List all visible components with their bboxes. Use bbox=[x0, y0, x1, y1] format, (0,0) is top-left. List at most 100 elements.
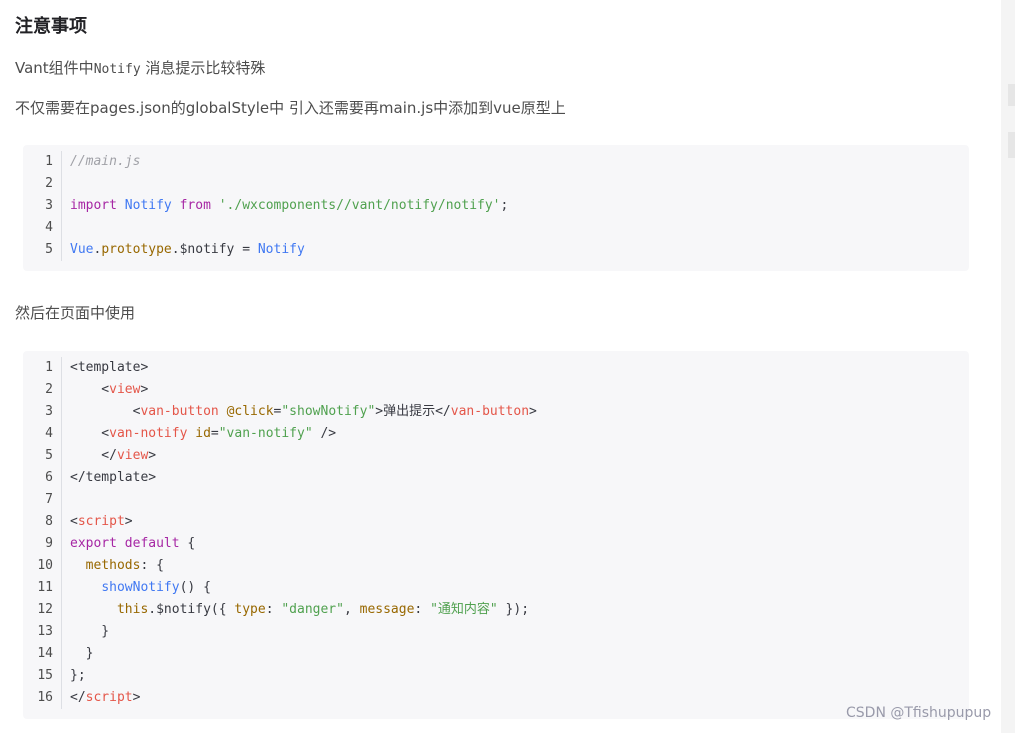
code-token: van-notify bbox=[109, 426, 188, 441]
code-line: 9 export default { bbox=[23, 533, 969, 555]
sidebar-tab[interactable] bbox=[1008, 132, 1015, 158]
code-line: 2 bbox=[23, 173, 969, 195]
line-number: 1 bbox=[23, 357, 62, 379]
code-token: /> bbox=[312, 426, 337, 441]
code-line: 4 <van-notify id="van-notify" /> bbox=[23, 423, 969, 445]
line-number: 2 bbox=[23, 379, 62, 401]
code-token: default bbox=[124, 536, 180, 551]
code-line: 4 bbox=[23, 217, 969, 239]
code-token: @click bbox=[226, 404, 274, 419]
code-text: </template> bbox=[62, 467, 156, 489]
code-line: 5 Vue.prototype.$notify = Notify bbox=[23, 239, 969, 261]
line-number: 8 bbox=[23, 511, 62, 533]
code-line: 1 <template> bbox=[23, 357, 969, 379]
code-token: type bbox=[234, 602, 266, 617]
code-token: "通知内容" bbox=[430, 602, 498, 617]
code-line: 1 //main.js bbox=[23, 151, 969, 173]
code-token: .$notify = bbox=[171, 242, 258, 257]
code-token: <template> bbox=[70, 360, 149, 375]
code-token: van-button bbox=[450, 404, 530, 419]
code-token: : { bbox=[140, 558, 164, 573]
section-heading: 注意事项 bbox=[15, 16, 87, 37]
code-block-main-js[interactable]: 1//main.js 2 3 import Notify from './wxcomp… bbox=[23, 145, 969, 271]
code-text: import Notify from './wxcomponents//vant… bbox=[62, 195, 508, 217]
code-token: van-button bbox=[140, 404, 219, 419]
code-token: message bbox=[359, 602, 415, 617]
code-text: } bbox=[62, 621, 109, 643]
sidebar-tab[interactable] bbox=[1008, 84, 1015, 106]
code-text: <script> bbox=[62, 511, 133, 533]
code-token: > bbox=[148, 448, 157, 463]
line-number: 10 bbox=[23, 555, 62, 577]
code-block-vue-template[interactable]: 1 <template> 2 <view> 3 <van-button @click=… bbox=[23, 351, 969, 719]
code-token: : bbox=[265, 602, 282, 617]
line-number: 4 bbox=[23, 217, 62, 239]
paragraph-text: Vant组件中 bbox=[15, 59, 94, 77]
code-token: { bbox=[179, 536, 196, 551]
line-number: 7 bbox=[23, 489, 62, 511]
code-token: prototype bbox=[101, 242, 172, 257]
code-token: script bbox=[77, 514, 125, 529]
code-line: 3 import Notify from './wxcomponents//van… bbox=[23, 195, 969, 217]
right-sidebar-edge bbox=[1001, 0, 1015, 733]
code-token: script bbox=[85, 690, 133, 705]
line-number: 16 bbox=[23, 687, 62, 709]
code-token: : bbox=[414, 602, 431, 617]
code-text: showNotify() { bbox=[62, 577, 211, 599]
code-line: 8 <script> bbox=[23, 511, 969, 533]
code-text: }; bbox=[62, 665, 86, 687]
code-text: } bbox=[62, 643, 94, 665]
code-text: </view> bbox=[62, 445, 156, 467]
line-number: 5 bbox=[23, 445, 62, 467]
code-token: = bbox=[210, 426, 219, 441]
code-token: id bbox=[195, 426, 211, 441]
code-token: "van-notify" bbox=[218, 426, 313, 441]
line-number: 13 bbox=[23, 621, 62, 643]
code-token: < bbox=[70, 382, 110, 397]
code-token: </ bbox=[70, 690, 86, 705]
code-token: </template> bbox=[70, 470, 157, 485]
code-text: methods: { bbox=[62, 555, 164, 577]
line-number: 5 bbox=[23, 239, 62, 261]
paragraph-usage: 然后在页面中使用 bbox=[15, 304, 136, 322]
code-token: view bbox=[109, 382, 141, 397]
code-token: }); bbox=[497, 602, 530, 617]
code-text: Vue.prototype.$notify = Notify bbox=[62, 239, 305, 261]
line-number: 14 bbox=[23, 643, 62, 665]
code-token: methods bbox=[85, 558, 141, 573]
code-token: </ bbox=[70, 448, 117, 463]
code-line: 14 } bbox=[23, 643, 969, 665]
code-text: </script> bbox=[62, 687, 140, 709]
line-number: 3 bbox=[23, 401, 62, 423]
line-number: 3 bbox=[23, 195, 62, 217]
code-token: view bbox=[116, 448, 149, 463]
line-number: 6 bbox=[23, 467, 62, 489]
line-number: 1 bbox=[23, 151, 62, 173]
code-text: <view> bbox=[62, 379, 148, 401]
code-token: } bbox=[70, 624, 110, 639]
code-line: 11 showNotify() { bbox=[23, 577, 969, 599]
code-text: <van-button @click="showNotify">弹出提示</va… bbox=[62, 401, 537, 423]
line-number: 15 bbox=[23, 665, 62, 687]
code-line: 12 this.$notify({ type: "danger", messag… bbox=[23, 599, 969, 621]
code-line: 5 </view> bbox=[23, 445, 969, 467]
code-token: > bbox=[124, 514, 133, 529]
code-token: .$notify({ bbox=[148, 602, 235, 617]
code-token: import bbox=[70, 198, 117, 213]
code-text: <van-notify id="van-notify" /> bbox=[62, 423, 336, 445]
code-token: this bbox=[116, 602, 149, 617]
code-text: export default { bbox=[62, 533, 195, 555]
code-token: , bbox=[343, 602, 360, 617]
code-line: 3 <van-button @click="showNotify">弹出提示</… bbox=[23, 401, 969, 423]
code-token: "danger" bbox=[281, 602, 344, 617]
line-number: 9 bbox=[23, 533, 62, 555]
